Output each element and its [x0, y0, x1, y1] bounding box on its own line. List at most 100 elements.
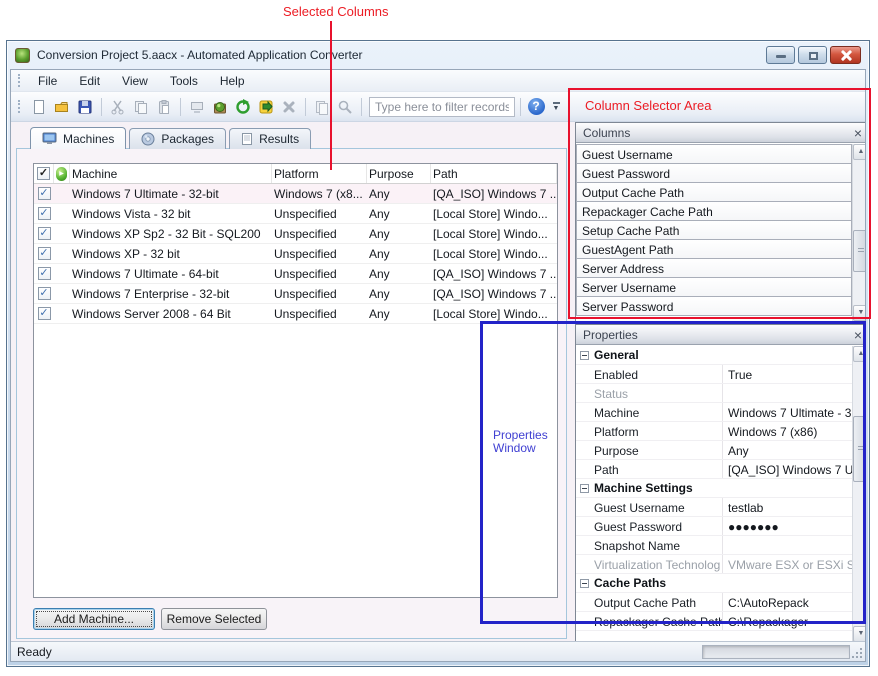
column-header-path[interactable]: Path: [431, 164, 557, 183]
resize-grip[interactable]: [850, 646, 862, 658]
help-button[interactable]: ?: [526, 97, 546, 117]
machine-row[interactable]: ✓ Windows 7 Enterprise - 32-bit Unspecif…: [34, 284, 557, 304]
column-item[interactable]: Setup Cache Path: [576, 220, 852, 240]
column-item[interactable]: Guest Password: [576, 163, 852, 183]
row-checkbox[interactable]: ✓: [34, 244, 54, 263]
scroll-up-icon[interactable]: ▲: [853, 144, 865, 160]
machine-row[interactable]: ✓ Windows Vista - 32 bit Unspecified Any…: [34, 204, 557, 224]
row-checkbox[interactable]: ✓: [34, 204, 54, 223]
collapse-icon[interactable]: [576, 479, 592, 497]
property-group-row[interactable]: Cache Paths: [576, 574, 852, 593]
select-all-checkbox[interactable]: ✓: [34, 164, 54, 183]
remove-selected-button[interactable]: Remove Selected: [161, 608, 267, 630]
close-button[interactable]: [830, 46, 861, 64]
property-row[interactable]: Enabled True: [576, 365, 852, 384]
connect-machine-button[interactable]: [186, 96, 208, 118]
overflow-dash: [553, 102, 560, 104]
property-row[interactable]: Machine Windows 7 Ultimate - 3: [576, 403, 852, 422]
property-value[interactable]: ●●●●●●●: [723, 517, 852, 535]
property-group-row[interactable]: General: [576, 346, 852, 365]
machine-row[interactable]: ✓ Windows 7 Ultimate - 64-bit Unspecifie…: [34, 264, 557, 284]
row-checkbox[interactable]: ✓: [34, 284, 54, 303]
property-row[interactable]: Status: [576, 384, 852, 403]
row-checkbox[interactable]: ✓: [34, 184, 54, 203]
property-value[interactable]: C:\AutoRepack: [723, 593, 852, 611]
menu-edit[interactable]: Edit: [68, 71, 111, 91]
column-header-platform[interactable]: Platform: [272, 164, 367, 183]
collapse-icon[interactable]: [576, 346, 592, 364]
column-item[interactable]: Output Cache Path: [576, 182, 852, 202]
property-value[interactable]: Windows 7 Ultimate - 3: [723, 403, 852, 421]
open-project-button[interactable]: [51, 96, 73, 118]
cut-button[interactable]: [107, 96, 129, 118]
collapse-icon[interactable]: [576, 574, 592, 592]
tab-results[interactable]: Results: [229, 128, 311, 149]
property-value[interactable]: [QA_ISO] Windows 7 Ul: [723, 460, 852, 478]
property-value[interactable]: Any: [723, 441, 852, 459]
maximize-button[interactable]: [798, 46, 827, 64]
scrollbar-thumb[interactable]: [853, 230, 865, 272]
filter-records-input[interactable]: [369, 97, 515, 117]
machine-row[interactable]: ✓ Windows 7 Ultimate - 32-bit Windows 7 …: [34, 184, 557, 204]
scrollbar-thumb[interactable]: [853, 416, 865, 482]
tab-packages[interactable]: Packages: [129, 128, 226, 149]
column-item[interactable]: Guest Username: [576, 144, 852, 164]
property-row[interactable]: Path [QA_ISO] Windows 7 Ul: [576, 460, 852, 479]
run-conversion-button[interactable]: [255, 96, 277, 118]
column-header-purpose[interactable]: Purpose: [367, 164, 431, 183]
row-checkbox[interactable]: ✓: [34, 264, 54, 283]
property-row[interactable]: Purpose Any: [576, 441, 852, 460]
property-value[interactable]: testlab: [723, 498, 852, 516]
property-value[interactable]: [723, 536, 852, 554]
property-row[interactable]: Snapshot Name: [576, 536, 852, 555]
machine-row[interactable]: ✓ Windows XP Sp2 - 32 Bit - SQL200 Unspe…: [34, 224, 557, 244]
menu-help[interactable]: Help: [209, 71, 256, 91]
row-checkbox[interactable]: ✓: [34, 224, 54, 243]
property-value[interactable]: Windows 7 (x86): [723, 422, 852, 440]
properties-scrollbar[interactable]: ▲ ▼: [852, 346, 865, 641]
menu-view[interactable]: View: [111, 71, 159, 91]
menu-grip[interactable]: [18, 74, 20, 87]
property-row[interactable]: Guest Password ●●●●●●●: [576, 517, 852, 536]
row-checkbox[interactable]: ✓: [34, 304, 54, 323]
property-row[interactable]: Virtualization Technolog VMware ESX or E…: [576, 555, 852, 574]
property-row[interactable]: Guest Username testlab: [576, 498, 852, 517]
new-project-button[interactable]: [28, 96, 50, 118]
toolbar-overflow-button[interactable]: ▼: [549, 95, 563, 119]
column-item[interactable]: GuestAgent Path: [576, 239, 852, 259]
column-item[interactable]: Server Address: [576, 258, 852, 278]
columns-scrollbar[interactable]: ▲ ▼: [852, 144, 865, 321]
save-button[interactable]: [74, 96, 96, 118]
scroll-down-icon[interactable]: ▼: [853, 305, 865, 321]
property-value[interactable]: C:\Repackager: [723, 612, 852, 630]
run-column-header[interactable]: ▶: [54, 164, 70, 183]
stop-button[interactable]: [278, 96, 300, 118]
property-row[interactable]: Platform Windows 7 (x86): [576, 422, 852, 441]
paste-button[interactable]: [153, 96, 175, 118]
refresh-button[interactable]: [232, 96, 254, 118]
machine-row[interactable]: ✓ Windows XP - 32 bit Unspecified Any [L…: [34, 244, 557, 264]
column-header-machine[interactable]: Machine: [70, 164, 272, 183]
add-machine-button[interactable]: Add Machine...: [33, 608, 155, 630]
property-value[interactable]: True: [723, 365, 852, 383]
property-group-row[interactable]: Machine Settings: [576, 479, 852, 498]
property-row[interactable]: Output Cache Path C:\AutoRepack: [576, 593, 852, 612]
column-item[interactable]: Repackager Cache Path: [576, 201, 852, 221]
close-icon[interactable]: ×: [854, 127, 862, 139]
close-icon[interactable]: ×: [854, 329, 862, 341]
minimize-button[interactable]: [766, 46, 795, 64]
cell-purpose: Any: [367, 304, 431, 323]
column-item[interactable]: Server Username: [576, 277, 852, 297]
machine-row[interactable]: ✓ Windows Server 2008 - 64 Bit Unspecifi…: [34, 304, 557, 324]
menu-tools[interactable]: Tools: [159, 71, 209, 91]
property-row[interactable]: Repackager Cache Path C:\Repackager: [576, 612, 852, 631]
copy-button[interactable]: [130, 96, 152, 118]
scroll-up-icon[interactable]: ▲: [853, 346, 865, 362]
tab-machines[interactable]: Machines: [30, 127, 126, 149]
menu-file[interactable]: File: [27, 71, 68, 91]
column-item[interactable]: Server Password: [576, 296, 852, 316]
package-button[interactable]: [209, 96, 231, 118]
scroll-down-icon[interactable]: ▼: [853, 626, 865, 641]
preview-button[interactable]: [334, 96, 356, 118]
toolbar-grip[interactable]: [18, 100, 20, 113]
